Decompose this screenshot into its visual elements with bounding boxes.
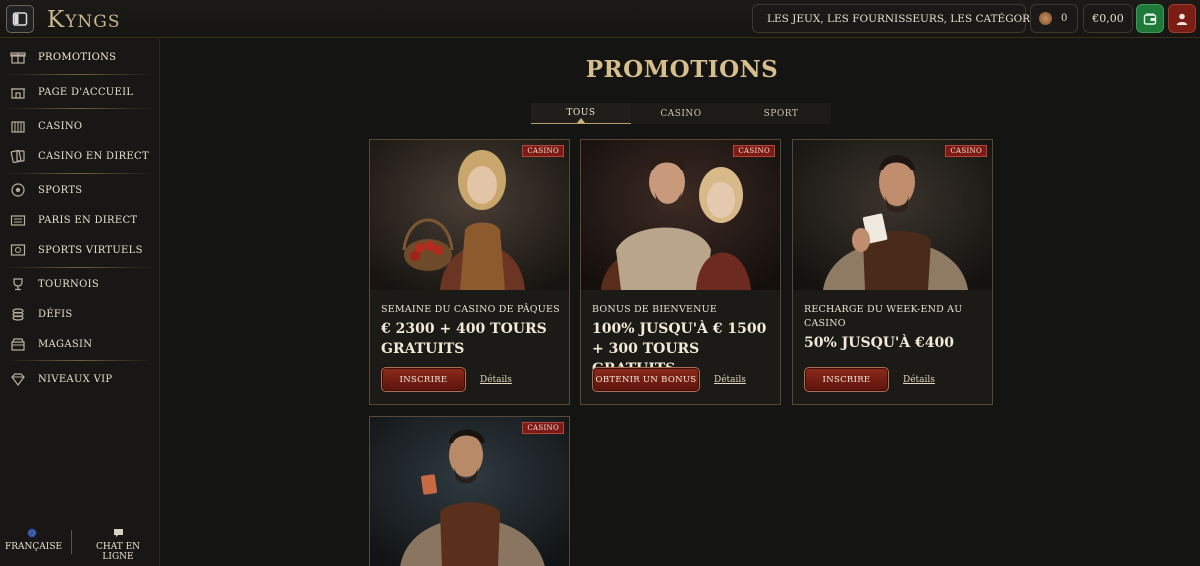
top-bar: KYNGS LES JEUX, LES FOURNISSEURS, LES CA… (0, 0, 1200, 38)
virtual-sports-icon (9, 242, 27, 258)
sidebar-item-label: TOURNOIS (38, 278, 99, 290)
sidebar-item-virtual-sports[interactable]: SPORTS VIRTUELS (9, 238, 143, 262)
coins-value: 0 (1061, 13, 1068, 24)
promo-card: CASINO BONUS DE BIENVENUE 100% JUSQU'À €… (580, 139, 781, 405)
scoreboard-icon (9, 212, 27, 228)
divider (5, 360, 153, 361)
promotion-tabs: TOUS CASINO SPORT (531, 103, 831, 124)
sidebar-item-sports[interactable]: SPORTS (9, 178, 82, 202)
sidebar-item-label: CASINO EN DIRECT (38, 150, 149, 162)
details-link[interactable]: Détails (480, 375, 512, 385)
tab-casino[interactable]: CASINO (631, 103, 731, 124)
sidebar: PROMOTIONS PAGE D'ACCUEIL CASINO CASINO … (0, 39, 160, 566)
chat-label: CHAT EN LIGNE (95, 542, 141, 562)
divider (71, 530, 72, 554)
divider (5, 74, 153, 75)
sidebar-item-vip[interactable]: NIVEAUX VIP (9, 367, 112, 391)
divider (5, 173, 153, 174)
sidebar-item-home[interactable]: PAGE D'ACCUEIL (9, 80, 133, 104)
sidebar-item-tournaments[interactable]: TOURNOIS (9, 272, 99, 296)
language-selector[interactable]: FRANÇAISE (5, 528, 63, 552)
language-label: FRANÇAISE (5, 542, 63, 552)
register-button[interactable]: INSCRIRE (381, 367, 466, 392)
sidebar-item-label: PAGE D'ACCUEIL (38, 86, 134, 98)
wallet-icon (1143, 13, 1157, 25)
search-bar[interactable]: LES JEUX, LES FOURNISSEURS, LES CATÉGORI… (752, 4, 1049, 33)
sidebar-item-live-casino[interactable]: CASINO EN DIRECT (9, 144, 149, 168)
promo-card: CASINO RECHARGE DU WEEK-END AU CASINO 50… (792, 139, 993, 405)
shop-icon (9, 336, 27, 352)
coins-counter[interactable]: 0 (1030, 4, 1078, 33)
promo-headline: 50% JUSQU'À €400 (804, 335, 954, 351)
details-link[interactable]: Détails (903, 375, 935, 385)
promo-image-easter-woman (370, 140, 569, 290)
promo-subtitle: BONUS DE BIENVENUE (592, 304, 717, 315)
live-chat-link[interactable]: CHAT EN LIGNE (80, 528, 156, 562)
promo-image-king-fur (370, 417, 569, 566)
promo-image-royal-couple (581, 140, 780, 290)
flag-icon (5, 528, 59, 539)
user-account-button[interactable] (1168, 4, 1196, 33)
sidebar-item-label: PROMOTIONS (38, 51, 117, 63)
user-icon (1176, 13, 1188, 25)
sidebar-item-challenges[interactable]: DÉFIS (9, 302, 73, 326)
balance-display[interactable]: €0,00 (1083, 4, 1133, 33)
chat-bubble-icon (80, 528, 156, 539)
kyngs-logo[interactable]: KYNGS (47, 7, 121, 33)
soccer-ball-icon (9, 182, 27, 198)
sidebar-item-label: MAGASIN (38, 338, 93, 350)
promo-subtitle: RECHARGE DU WEEK-END AU CASINO (804, 304, 963, 329)
sidebar-item-label: SPORTS (38, 184, 83, 196)
sidebar-item-label: SPORTS VIRTUELS (38, 244, 143, 256)
tab-sport[interactable]: SPORT (731, 103, 831, 124)
search-placeholder: LES JEUX, LES FOURNISSEURS, LES CATÉGORI… (767, 12, 1050, 25)
coin-icon (1039, 12, 1052, 25)
challenge-icon (9, 306, 27, 322)
casino-icon (9, 118, 27, 134)
home-icon (9, 84, 27, 100)
tab-all[interactable]: TOUS (531, 103, 631, 124)
details-link[interactable]: Détails (714, 375, 746, 385)
promo-subtitle: SEMAINE DU CASINO DE PÂQUES (381, 304, 560, 315)
page-title: PROMOTIONS (585, 56, 779, 83)
sidebar-item-casino[interactable]: CASINO (9, 114, 82, 138)
deposit-button[interactable] (1136, 4, 1164, 33)
balance-value: €0,00 (1092, 12, 1124, 25)
sidebar-toggle-button[interactable] (6, 5, 34, 33)
promo-card: CASINO SEMAINE DU CASINO DE PÂQUES € 230… (369, 139, 570, 405)
divider (5, 108, 153, 109)
category-badge: CASINO (522, 422, 564, 434)
divider (5, 267, 153, 268)
trophy-icon (9, 276, 27, 292)
promo-headline: € 2300 + 400 TOURS GRATUITS (381, 321, 547, 357)
promo-image-king-cards (793, 140, 992, 290)
cards-icon (9, 148, 27, 164)
category-badge: CASINO (522, 145, 564, 157)
sidebar-item-label: PARIS EN DIRECT (38, 214, 138, 226)
sidebar-item-shop[interactable]: MAGASIN (9, 332, 92, 356)
diamond-icon (9, 371, 27, 387)
sidebar-item-label: NIVEAUX VIP (38, 373, 113, 385)
sidebar-item-promotions[interactable]: PROMOTIONS (9, 45, 116, 69)
promo-card: CASINO (369, 416, 570, 566)
sidebar-footer: FRANÇAISE CHAT EN LIGNE (0, 528, 160, 562)
category-badge: CASINO (945, 145, 987, 157)
gift-icon (9, 49, 27, 65)
get-bonus-button[interactable]: OBTENIR UN BONUS (592, 367, 700, 392)
sidebar-item-label: CASINO (38, 120, 83, 132)
register-button[interactable]: INSCRIRE (804, 367, 889, 392)
category-badge: CASINO (733, 145, 775, 157)
sidebar-item-label: DÉFIS (38, 308, 73, 320)
sidebar-item-live-betting[interactable]: PARIS EN DIRECT (9, 208, 137, 232)
sidebar-toggle-icon (12, 12, 28, 26)
